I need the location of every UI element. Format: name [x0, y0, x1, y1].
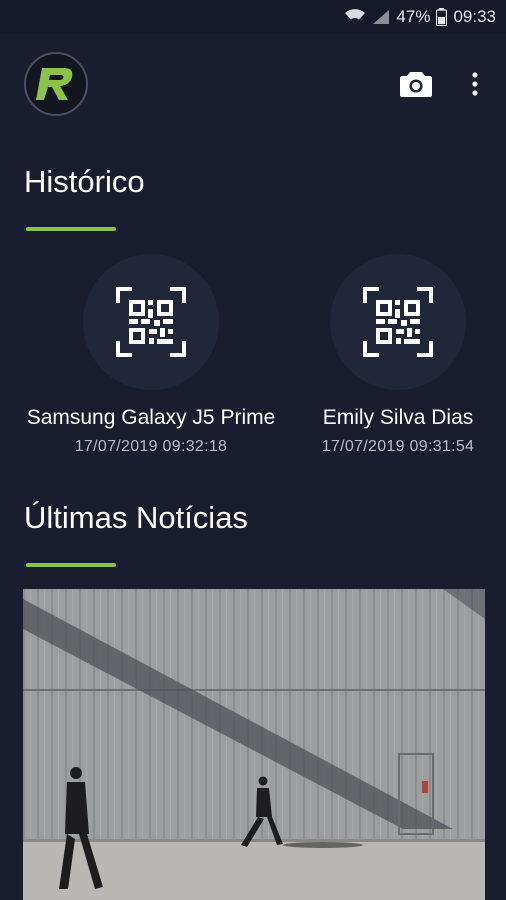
- qr-code-icon: [363, 287, 433, 357]
- qr-code-icon: [116, 287, 186, 357]
- news-title: Últimas Notícias: [24, 500, 248, 535]
- history-item-date: 17/07/2019 09:31:54: [321, 438, 475, 455]
- history-item[interactable]: Samsung Galaxy J5 Prime 17/07/2019 09:32…: [0, 254, 302, 456]
- camera-icon: [400, 72, 432, 97]
- battery-percent: 47%: [396, 7, 431, 26]
- history-item-icon-circle: [330, 254, 466, 390]
- app-logo[interactable]: [24, 52, 88, 116]
- logo-r-icon: [36, 68, 73, 100]
- history-item-name: Samsung Galaxy J5 Prime: [26, 406, 276, 429]
- battery-icon: [436, 8, 448, 26]
- news-title-underline: [26, 563, 116, 567]
- status-bar: 47% 09:33: [0, 0, 506, 34]
- history-item[interactable]: Emily Silva Dias 17/07/2019 09:31:54: [300, 254, 496, 456]
- history-item-icon-circle: [83, 254, 219, 390]
- clock: 09:33: [453, 7, 496, 26]
- wifi-icon: [344, 9, 366, 25]
- history-item-date: 17/07/2019 09:32:18: [74, 438, 228, 455]
- app-bar: [0, 34, 506, 134]
- history-title: Histórico: [24, 164, 145, 199]
- history-title-underline: [26, 227, 116, 231]
- news-image[interactable]: [23, 589, 485, 900]
- signal-icon: [372, 9, 390, 25]
- more-options-button[interactable]: [462, 68, 488, 100]
- more-vert-icon: [472, 72, 478, 96]
- news-photo: [23, 589, 485, 900]
- camera-button[interactable]: [398, 68, 434, 100]
- history-item-name: Emily Silva Dias: [322, 406, 474, 429]
